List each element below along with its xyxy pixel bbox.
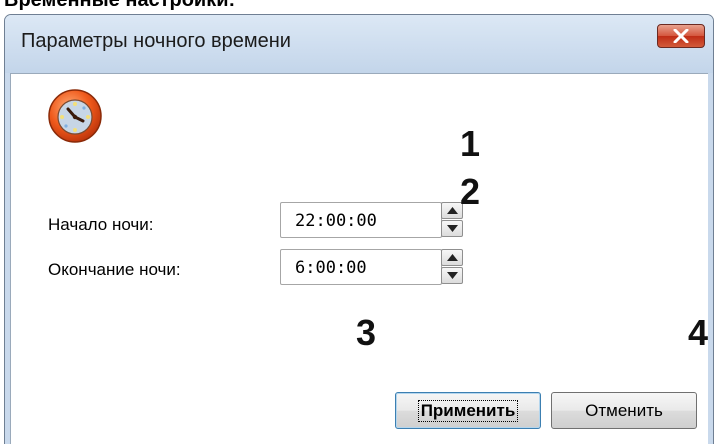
arrow-down-icon [447,225,458,232]
dialog-titlebar[interactable]: Параметры ночного времени [5,15,713,73]
callout-number-2: 2 [460,171,481,212]
document-caption: Временные настройки: [4,0,236,11]
callout-number-4: 4 [688,312,709,353]
apply-button[interactable]: Применить [395,392,541,429]
screenshot-page: Временные настройки: Параметры ночного в… [0,0,720,444]
callout-number-3: 3 [356,312,377,353]
night-end-spinner[interactable] [441,249,463,285]
night-end-input[interactable]: 6:00:00 [280,249,442,285]
arrow-down-icon [447,272,458,279]
apply-button-label: Применить [417,400,519,422]
night-start-input[interactable]: 22:00:00 [280,202,442,238]
night-end-decrement-button[interactable] [441,267,463,284]
arrow-up-icon [447,207,458,214]
close-button[interactable] [657,24,705,48]
close-icon [673,29,689,43]
night-end-label: Окончание ночи: [48,260,181,279]
night-time-dialog: Параметры ночного времени Начало ночи: 2… [4,14,714,444]
cancel-button[interactable]: Отменить [551,392,697,429]
night-end-increment-button[interactable] [441,249,463,266]
night-start-decrement-button[interactable] [441,220,463,237]
dialog-title: Параметры ночного времени [21,30,291,52]
callout-number-1: 1 [460,123,481,164]
arrow-up-icon [447,254,458,261]
night-start-label: Начало ночи: [48,215,154,234]
dialog-client-area: Начало ночи: 22:00:00 Окончание ночи: 6:… [10,73,708,444]
clock-icon [48,89,102,143]
